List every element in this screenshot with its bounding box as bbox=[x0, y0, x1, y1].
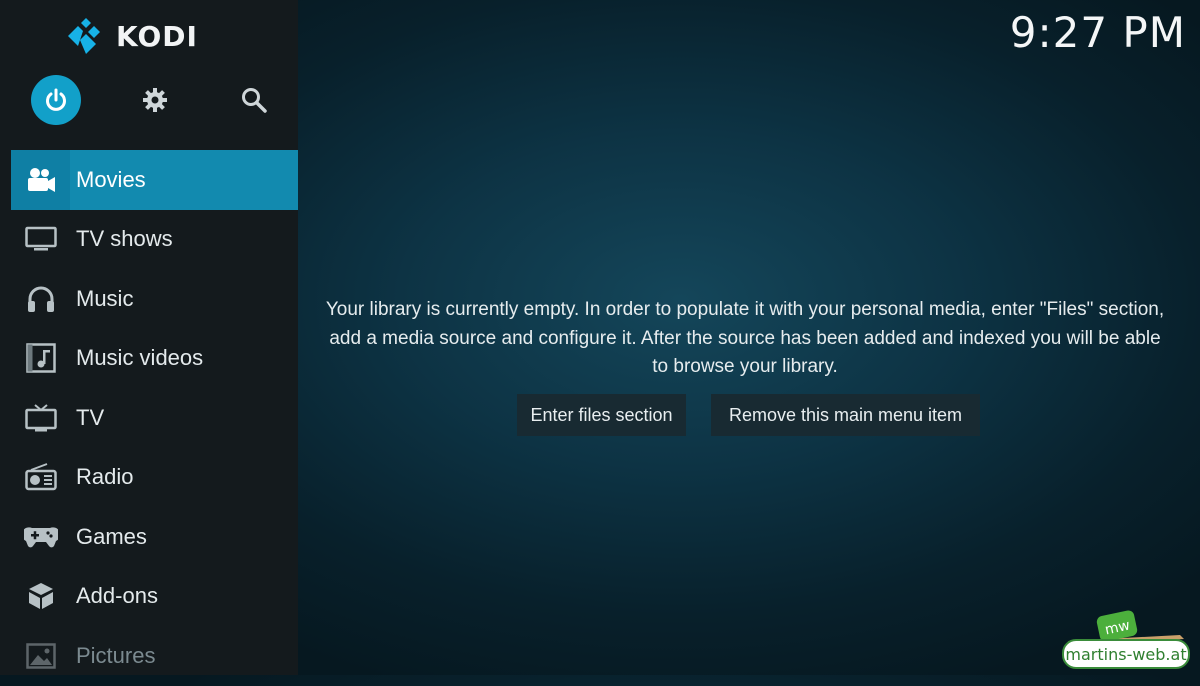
remove-menu-item-button[interactable]: Remove this main menu item bbox=[711, 394, 980, 436]
main-menu: Movies TV shows Music Music videos TV Ra… bbox=[11, 150, 298, 686]
menu-item-add-ons[interactable]: Add-ons bbox=[11, 567, 298, 627]
menu-item-label: Add-ons bbox=[76, 583, 158, 609]
top-controls bbox=[0, 75, 298, 125]
menu-item-label: TV bbox=[76, 404, 105, 430]
menu-item-movies[interactable]: Movies bbox=[11, 150, 298, 210]
music-video-icon bbox=[11, 329, 70, 389]
menu-item-music-videos[interactable]: Music videos bbox=[11, 329, 298, 389]
watermark: mw martins-web.at bbox=[1062, 609, 1192, 669]
power-icon bbox=[46, 88, 66, 111]
search-icon bbox=[242, 88, 267, 113]
settings-button[interactable] bbox=[130, 75, 180, 125]
menu-item-label: Music bbox=[76, 285, 134, 311]
kodi-logo: KODI bbox=[66, 18, 198, 54]
kodi-logo-text: KODI bbox=[116, 19, 198, 53]
menu-item-label: Radio bbox=[76, 464, 134, 490]
menu-item-music[interactable]: Music bbox=[11, 269, 298, 329]
gamepad-icon bbox=[11, 507, 70, 567]
monitor-icon bbox=[11, 210, 70, 270]
empty-library-message: Your library is currently empty. In orde… bbox=[325, 299, 1165, 377]
menu-item-radio[interactable]: Radio bbox=[11, 448, 298, 508]
menu-item-label: TV shows bbox=[76, 226, 173, 252]
menu-item-tv-shows[interactable]: TV shows bbox=[11, 210, 298, 270]
gear-icon bbox=[143, 88, 167, 112]
watermark-text: martins-web.at bbox=[1062, 639, 1190, 669]
tv-icon bbox=[11, 388, 70, 448]
movie-camera-icon bbox=[11, 150, 70, 210]
headphones-icon bbox=[11, 269, 70, 329]
addons-box-icon bbox=[11, 567, 70, 627]
menu-item-games[interactable]: Games bbox=[11, 507, 298, 567]
kodi-logo-icon bbox=[68, 18, 100, 54]
search-button[interactable] bbox=[229, 75, 279, 125]
menu-item-pictures[interactable]: Pictures bbox=[11, 626, 298, 686]
radio-icon bbox=[11, 448, 70, 508]
menu-item-label: Games bbox=[76, 523, 147, 549]
menu-item-label: Music videos bbox=[76, 345, 204, 371]
menu-item-label: Movies bbox=[76, 166, 146, 192]
sidebar: KODI Movies TV shows Music Music videos … bbox=[0, 0, 298, 675]
menu-item-label: Pictures bbox=[76, 642, 156, 668]
clock: 9:27 PM bbox=[1009, 8, 1186, 57]
menu-item-tv[interactable]: TV bbox=[11, 388, 298, 448]
picture-icon bbox=[11, 626, 70, 686]
enter-files-section-button[interactable]: Enter files section bbox=[517, 394, 686, 436]
power-button[interactable] bbox=[31, 75, 81, 125]
